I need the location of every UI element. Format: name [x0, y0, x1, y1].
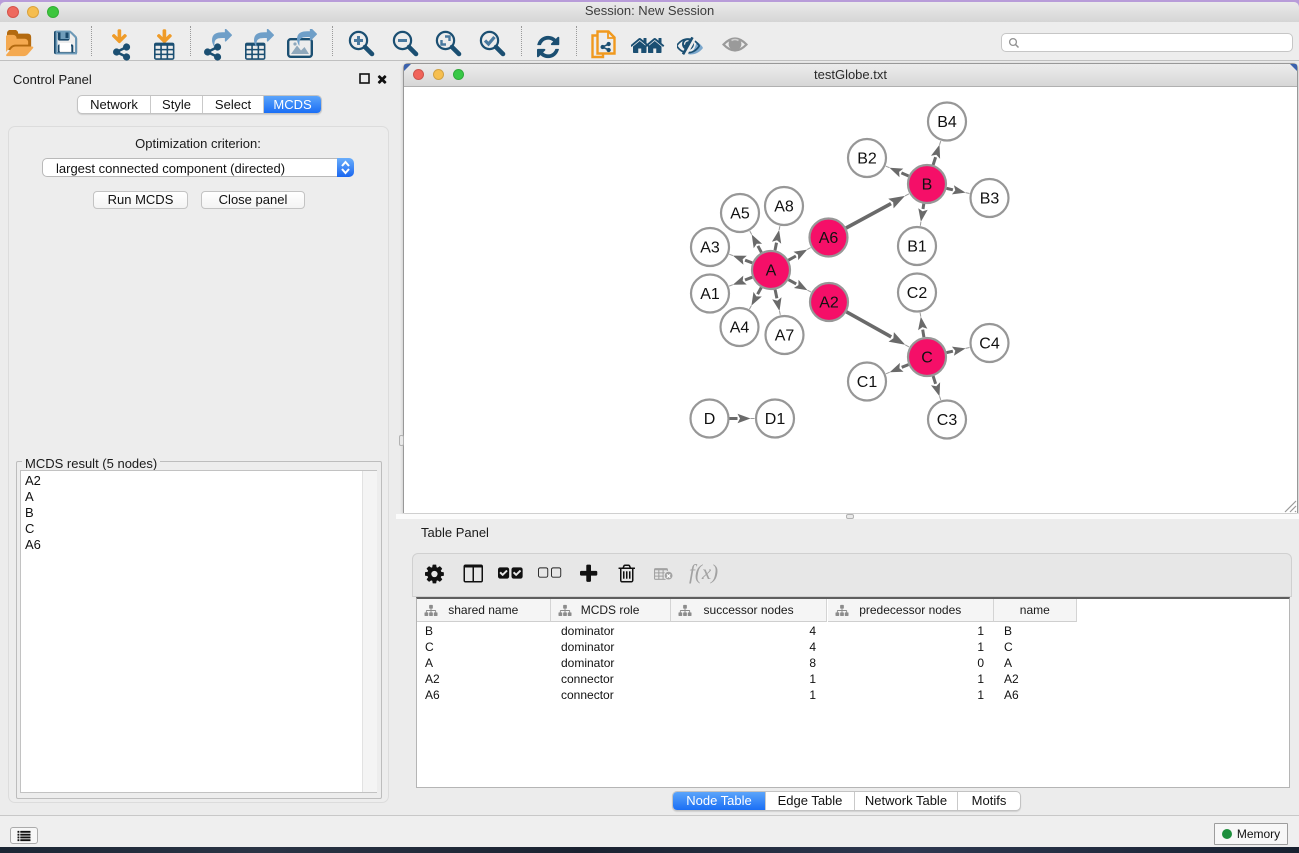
- svg-text:C1: C1: [857, 374, 878, 391]
- svg-text:A6: A6: [819, 230, 839, 247]
- svg-text:C2: C2: [907, 285, 928, 302]
- svg-text:A5: A5: [730, 206, 750, 223]
- svg-text:A: A: [766, 263, 777, 280]
- svg-text:A1: A1: [700, 286, 720, 303]
- svg-text:C4: C4: [979, 336, 1000, 353]
- svg-text:A2: A2: [819, 295, 839, 312]
- svg-text:B: B: [922, 177, 933, 194]
- svg-text:C3: C3: [937, 412, 958, 429]
- svg-text:D1: D1: [765, 411, 786, 428]
- svg-text:A3: A3: [700, 240, 720, 257]
- svg-text:B3: B3: [980, 191, 1000, 208]
- svg-text:B4: B4: [937, 114, 957, 131]
- svg-text:C: C: [921, 350, 933, 367]
- svg-text:B1: B1: [907, 239, 927, 256]
- svg-text:B2: B2: [857, 151, 877, 168]
- svg-text:A7: A7: [775, 328, 795, 345]
- svg-text:A4: A4: [730, 320, 750, 337]
- svg-text:A8: A8: [774, 199, 794, 216]
- svg-text:D: D: [704, 411, 716, 428]
